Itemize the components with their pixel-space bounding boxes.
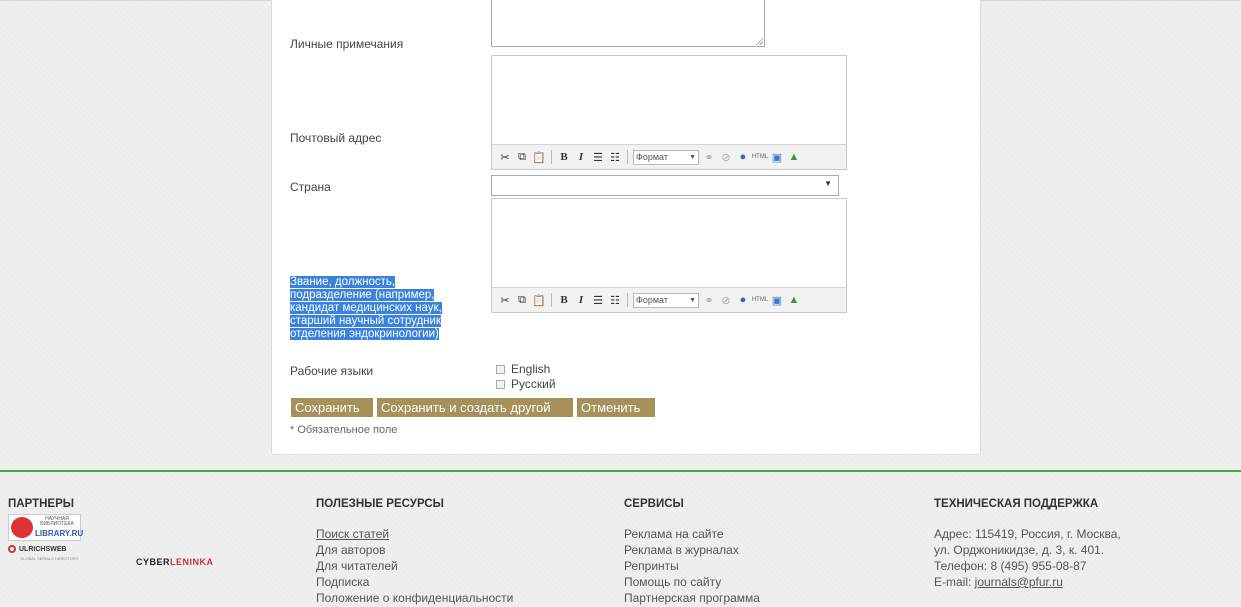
link-privacy[interactable]: Положение о конфиденциальности bbox=[316, 590, 513, 606]
maximize-icon[interactable]: ▣ bbox=[770, 150, 784, 164]
position-label-text: Звание, должность, подразделение (наприм… bbox=[290, 276, 442, 340]
link-for-authors[interactable]: Для авторов bbox=[316, 542, 386, 558]
save-button[interactable]: Сохранить bbox=[291, 398, 373, 417]
format-dropdown[interactable]: Формат ▼ bbox=[633, 149, 699, 165]
support-phone: Телефон: 8 (495) 955-08-87 bbox=[934, 559, 1087, 573]
support-email-prefix: E-mail: bbox=[934, 575, 975, 589]
cancel-button[interactable]: Отменить bbox=[577, 398, 655, 417]
notes-label: Личные примечания bbox=[290, 37, 404, 51]
resize-grip-icon[interactable] bbox=[755, 37, 763, 45]
support-heading: ТЕХНИЧЕСКАЯ ПОДДЕРЖКА bbox=[934, 498, 1099, 510]
partners-heading: ПАРТНЕРЫ bbox=[8, 498, 75, 510]
italic-icon[interactable]: I bbox=[574, 293, 588, 307]
support-address-line2: ул. Орджоникидзе, д. 3, к. 401. bbox=[934, 543, 1105, 557]
format-dropdown[interactable]: Формат ▼ bbox=[633, 292, 699, 308]
save-and-create-button[interactable]: Сохранить и создать другой bbox=[377, 398, 573, 417]
cyberleninka-part2: LENINKA bbox=[170, 557, 214, 567]
help-icon[interactable]: ● bbox=[736, 293, 750, 307]
language-checkbox-english[interactable]: English bbox=[496, 362, 550, 376]
link-partner-program[interactable]: Партнерская программа bbox=[624, 590, 760, 606]
support-email-row: E-mail: journals@pfur.ru bbox=[934, 574, 1063, 590]
link-icon[interactable]: ⚭ bbox=[702, 150, 716, 164]
position-label: Звание, должность, подразделение (наприм… bbox=[290, 276, 470, 341]
toolbar-separator bbox=[551, 293, 552, 307]
checkbox-icon[interactable] bbox=[496, 379, 505, 389]
editor-toolbar: ✂ ⧉ 📋 B I ☰ ☷ Формат ▼ ⚭ ⊘ ● HTML ▣ ▲ bbox=[492, 287, 846, 312]
link-reprints[interactable]: Репринты bbox=[624, 558, 679, 574]
ulrichs-name: ULRICHSWEB bbox=[19, 545, 67, 553]
format-label: Формат bbox=[636, 295, 668, 305]
address-editor-area[interactable] bbox=[492, 56, 846, 144]
numbered-list-icon[interactable]: ☷ bbox=[608, 293, 622, 307]
cyberleninka-part1: CYBER bbox=[136, 557, 171, 567]
ulrichs-subtitle: GLOBAL SERIALS DIRECTORY bbox=[20, 556, 79, 561]
editor-toolbar: ✂ ⧉ 📋 B I ☰ ☷ Формат ▼ ⚭ ⊘ ● HTML ▣ ▲ bbox=[492, 144, 846, 169]
unlink-icon[interactable]: ⊘ bbox=[719, 293, 733, 307]
toolbar-separator bbox=[627, 293, 628, 307]
html-source-icon[interactable]: HTML bbox=[752, 150, 768, 164]
language-option-label: English bbox=[511, 362, 551, 376]
ulrichsweb-logo[interactable]: ULRICHSWEB bbox=[8, 545, 66, 553]
bold-icon[interactable]: B bbox=[557, 293, 571, 307]
link-subscription[interactable]: Подписка bbox=[316, 574, 369, 590]
services-heading: СЕРВИСЫ bbox=[624, 498, 684, 510]
link-site-ads[interactable]: Реклама на сайте bbox=[624, 526, 724, 542]
resources-heading: ПОЛЕЗНЫЕ РЕСУРСЫ bbox=[316, 498, 444, 510]
copy-icon[interactable]: ⧉ bbox=[515, 150, 529, 164]
address-editor[interactable]: ✂ ⧉ 📋 B I ☰ ☷ Формат ▼ ⚭ ⊘ ● HTML ▣ ▲ bbox=[491, 55, 847, 170]
chevron-down-icon: ▼ bbox=[689, 153, 696, 161]
address-label: Почтовый адрес bbox=[290, 131, 382, 145]
required-note: * Обязательное поле bbox=[290, 424, 398, 436]
html-source-icon[interactable]: HTML bbox=[752, 293, 768, 307]
numbered-list-icon[interactable]: ☷ bbox=[608, 150, 622, 164]
cyberleninka-logo[interactable]: CYBERLENINKA bbox=[136, 557, 214, 567]
checkbox-icon[interactable] bbox=[496, 364, 505, 374]
maximize-icon[interactable]: ▣ bbox=[770, 293, 784, 307]
position-editor[interactable]: ✂ ⧉ 📋 B I ☰ ☷ Формат ▼ ⚭ ⊘ ● HTML ▣ ▲ bbox=[491, 198, 847, 313]
language-checkbox-russian[interactable]: Русский bbox=[496, 377, 556, 391]
chevron-down-icon: ▼ bbox=[824, 179, 832, 188]
support-email-link[interactable]: journals@pfur.ru bbox=[975, 575, 1063, 589]
elibrary-logo[interactable]: НАУЧНАЯ БИБЛИОТЕКА LIBRARY.RU bbox=[8, 514, 84, 541]
copy-icon[interactable]: ⧉ bbox=[515, 293, 529, 307]
country-select[interactable]: ▼ bbox=[491, 175, 839, 196]
link-for-readers[interactable]: Для читателей bbox=[316, 558, 398, 574]
paste-icon[interactable]: 📋 bbox=[532, 293, 546, 307]
elibrary-tagline: НАУЧНАЯ БИБЛИОТЕКА bbox=[40, 516, 74, 527]
unlink-icon[interactable]: ⊘ bbox=[719, 150, 733, 164]
elibrary-e-icon bbox=[11, 517, 33, 538]
elibrary-name: LIBRARY.RU bbox=[35, 529, 84, 538]
country-label: Страна bbox=[290, 180, 331, 194]
footer-divider bbox=[0, 470, 1241, 472]
languages-label: Рабочие языки bbox=[290, 364, 374, 378]
italic-icon[interactable]: I bbox=[574, 150, 588, 164]
ulrichs-circle-icon bbox=[8, 545, 16, 553]
bulleted-list-icon[interactable]: ☰ bbox=[591, 293, 605, 307]
cut-icon[interactable]: ✂ bbox=[498, 150, 512, 164]
link-icon[interactable]: ⚭ bbox=[702, 293, 716, 307]
format-label: Формат bbox=[636, 152, 668, 162]
language-option-label: Русский bbox=[511, 377, 556, 391]
link-journal-ads[interactable]: Реклама в журналах bbox=[624, 542, 739, 558]
toolbar-separator bbox=[551, 150, 552, 164]
bulleted-list-icon[interactable]: ☰ bbox=[591, 150, 605, 164]
support-address-line1: Адрес: 115419, Россия, г. Москва, bbox=[934, 527, 1121, 541]
cut-icon[interactable]: ✂ bbox=[498, 293, 512, 307]
help-icon[interactable]: ● bbox=[736, 150, 750, 164]
notes-textarea[interactable] bbox=[491, 0, 765, 47]
link-site-help[interactable]: Помощь по сайту bbox=[624, 574, 721, 590]
toolbar-separator bbox=[627, 150, 628, 164]
bold-icon[interactable]: B bbox=[557, 150, 571, 164]
insert-icon[interactable]: ▲ bbox=[787, 150, 801, 164]
link-article-search[interactable]: Поиск статей bbox=[316, 526, 389, 542]
paste-icon[interactable]: 📋 bbox=[532, 150, 546, 164]
position-editor-area[interactable] bbox=[492, 199, 846, 287]
chevron-down-icon: ▼ bbox=[689, 296, 696, 304]
insert-icon[interactable]: ▲ bbox=[787, 293, 801, 307]
